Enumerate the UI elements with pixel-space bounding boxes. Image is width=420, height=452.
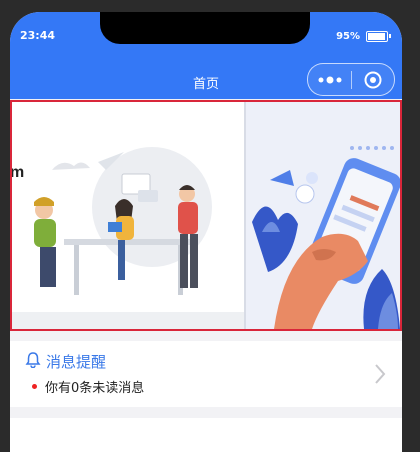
team-meeting-illustration: m [12, 102, 244, 329]
next-card [10, 418, 402, 452]
miniprogram-capsule [307, 63, 395, 96]
unread-message-text: 你有0条未读消息 [45, 381, 145, 396]
status-time: 23:44 [20, 29, 56, 42]
battery-icon [366, 31, 391, 42]
notice-card[interactable]: 消息提醒 你有0条未读消息 [10, 341, 402, 407]
banner-carousel[interactable]: m [10, 100, 402, 331]
notice-title-row: 消息提醒 [25, 351, 106, 372]
chevron-right-icon[interactable] [374, 363, 386, 389]
bell-icon [25, 351, 41, 372]
notice-title: 消息提醒 [46, 353, 107, 371]
target-close-icon[interactable] [352, 64, 394, 95]
header-bar: 23:44 95% 首页 [10, 12, 402, 99]
phone-in-hand-illustration [244, 102, 400, 329]
banner-partial-text: m [12, 164, 24, 181]
unread-dot [32, 384, 37, 389]
more-dots-icon[interactable] [308, 64, 351, 95]
status-right: 95% [336, 31, 391, 42]
unread-message-row: 你有0条未读消息 [32, 377, 144, 396]
phone-screen: 23:44 95% 首页 消息提醒 你有0条未读消息 [10, 12, 402, 452]
battery-percent: 95% [336, 31, 360, 42]
device-notch [100, 12, 310, 44]
